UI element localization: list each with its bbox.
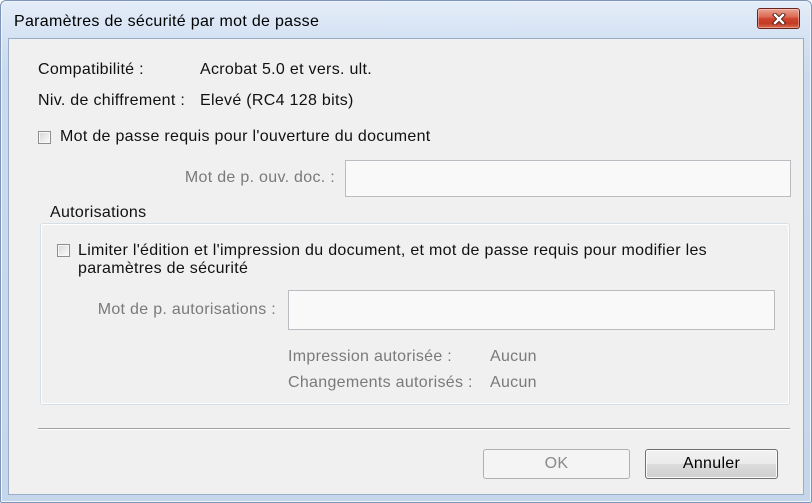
- dialog-title: Paramètres de sécurité par mot de passe: [14, 13, 320, 30]
- open-password-input[interactable]: [345, 160, 791, 197]
- permissions-group-title: Autorisations: [50, 204, 147, 221]
- compatibility-label: Compatibilité :: [38, 61, 144, 78]
- dialog-window: Paramètres de sécurité par mot de passe …: [0, 0, 812, 503]
- permissions-password-input[interactable]: [288, 290, 775, 330]
- restrict-editing-checkbox[interactable]: [57, 244, 70, 257]
- cancel-button[interactable]: Annuler: [645, 449, 778, 479]
- require-open-password-label: Mot de passe requis pour l'ouverture du …: [60, 128, 431, 145]
- changes-allowed-value: Aucun: [490, 374, 537, 391]
- printing-allowed-label: Impression autorisée :: [288, 348, 453, 365]
- changes-allowed-label: Changements autorisés :: [288, 374, 473, 391]
- compatibility-value: Acrobat 5.0 et vers. ult.: [200, 61, 373, 78]
- require-open-password-option[interactable]: Mot de passe requis pour l'ouverture du …: [38, 127, 518, 147]
- encryption-level-value: Elevé (RC4 128 bits): [200, 92, 354, 109]
- title-bar[interactable]: Paramètres de sécurité par mot de passe: [1, 1, 811, 37]
- open-password-label: Mot de p. ouv. doc. :: [184, 169, 335, 186]
- permissions-password-label: Mot de p. autorisations :: [97, 301, 276, 318]
- close-icon: [771, 12, 786, 25]
- restrict-editing-option[interactable]: Limiter l'édition et l'impression du doc…: [57, 242, 757, 280]
- require-open-password-checkbox[interactable]: [38, 131, 51, 144]
- permissions-group-box: Limiter l'édition et l'impression du doc…: [40, 223, 790, 405]
- printing-allowed-value: Aucun: [490, 348, 537, 365]
- dialog-body: Compatibilité : Acrobat 5.0 et vers. ult…: [8, 38, 804, 495]
- close-button[interactable]: [757, 8, 800, 29]
- restrict-editing-label: Limiter l'édition et l'impression du doc…: [78, 242, 707, 277]
- permissions-group: Autorisations Limiter l'édition et l'imp…: [40, 203, 790, 405]
- button-separator: [38, 428, 790, 430]
- ok-button[interactable]: OK: [483, 449, 630, 479]
- encryption-level-label: Niv. de chiffrement :: [38, 92, 186, 109]
